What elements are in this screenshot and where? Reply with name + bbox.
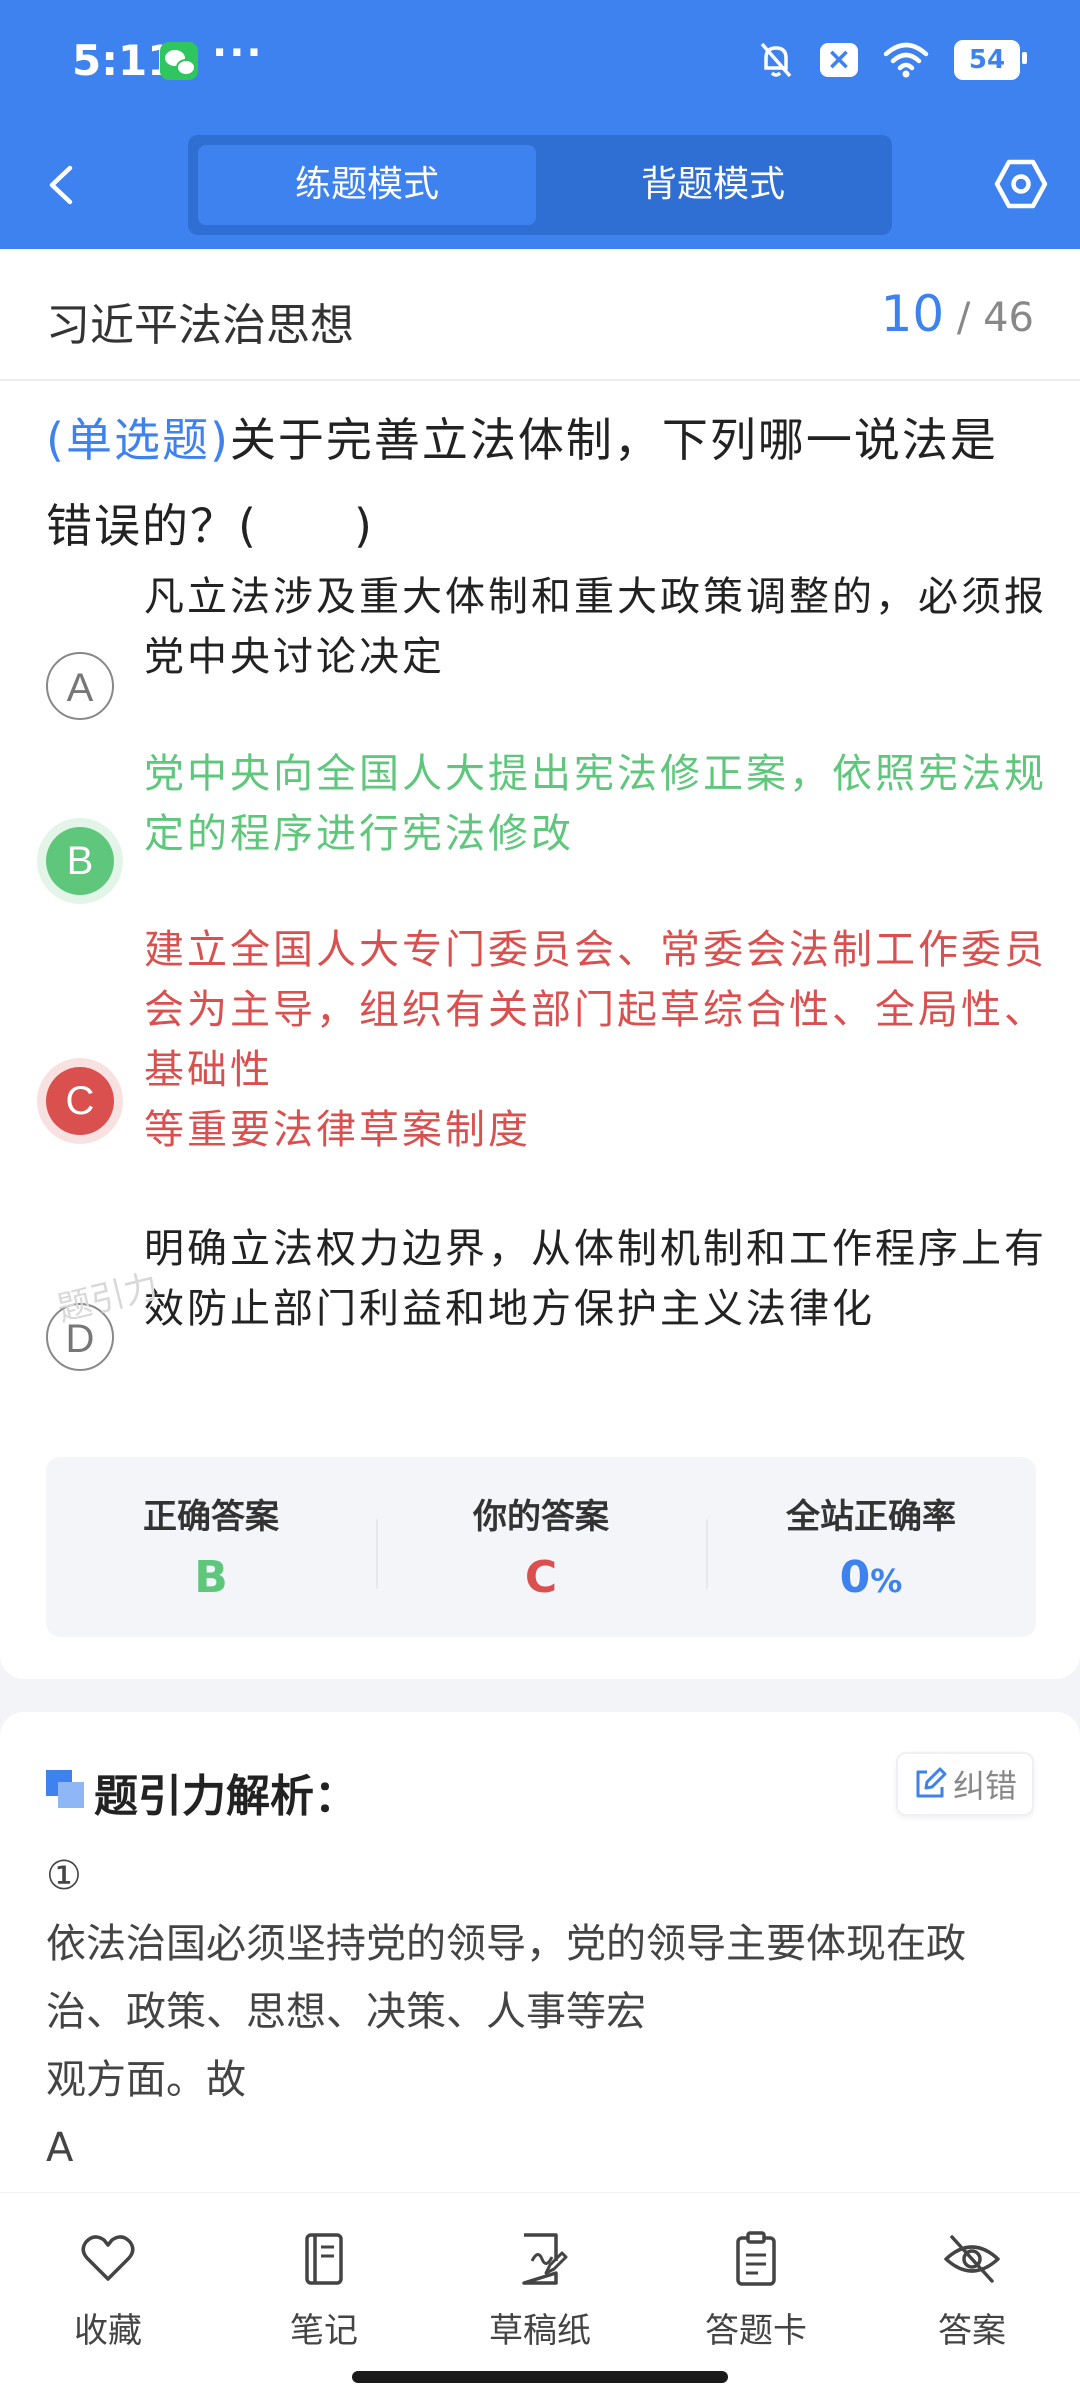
- wechat-icon: [160, 42, 198, 80]
- progress-total: / 46: [956, 295, 1034, 341]
- settings-icon[interactable]: [992, 155, 1050, 213]
- progress-current: 10: [880, 285, 945, 343]
- option-d-text: 明确立法权力边界，从体制机制和工作程序上有效防止部门利益和地方保护主义法律化: [144, 1226, 1047, 1332]
- analysis-icon: [46, 1770, 86, 1810]
- analysis-line: 观方面。故: [46, 2057, 246, 2103]
- close-badge-icon: ×: [820, 43, 858, 77]
- more-notifications-icon: ···: [212, 30, 264, 76]
- report-error-button[interactable]: 纠错: [896, 1752, 1034, 1816]
- answer-sheet-button[interactable]: 答题卡: [656, 2229, 856, 2352]
- answer-sheet-icon: [736, 2231, 776, 2286]
- mute-bell-icon: [760, 42, 792, 78]
- draft-paper-icon: [522, 2233, 568, 2285]
- answer-stats: 正确答案 B 你的答案 C 全站正确率 0%: [46, 1457, 1036, 1637]
- correct-answer-stat: 正确答案 B: [46, 1457, 376, 1637]
- edit-icon: [916, 1767, 947, 1798]
- notebook-icon: [305, 2233, 343, 2285]
- correct-answer-label: 正确答案: [143, 1497, 279, 1537]
- show-answer-label: 答案: [938, 2311, 1006, 2351]
- analysis-card: 题引力解析： 纠错 ① 依法治国必须坚持党的领导，党的领导主要体现在政治、政策、…: [0, 1712, 1080, 2252]
- analysis-body: ① 依法治国必须坚持党的领导，党的领导主要体现在政治、政策、思想、决策、人事等宏…: [46, 1842, 1040, 2182]
- your-answer-value: C: [524, 1552, 558, 1603]
- correct-answer-value: B: [194, 1552, 228, 1603]
- option-c-text: 建立全国人大专门委员会、常委会法制工作委员会为主导，组织有关部门起草综合性、全局…: [144, 920, 1080, 1160]
- bottom-toolbar: 收藏 笔记 草稿纸 答题卡 答案: [0, 2192, 1080, 2401]
- favorite-button[interactable]: 收藏: [8, 2229, 208, 2352]
- analysis-line: A: [46, 2125, 74, 2171]
- subject-title: 习近平法治思想: [46, 300, 354, 351]
- option-c-line1: 建立全国人大专门委员会、常委会法制工作委员会为主导，组织有关部门起草综合性、全局…: [144, 927, 1047, 1093]
- notes-button[interactable]: 笔记: [224, 2229, 424, 2352]
- option-c-line2: 等重要法律草案制度: [144, 1107, 531, 1153]
- draft-paper-label: 草稿纸: [489, 2311, 591, 2351]
- option-a-badge: A: [46, 652, 114, 720]
- option-a-text: 凡立法涉及重大体制和重大政策调整的，必须报党中央讨论决定: [144, 574, 1047, 680]
- tab-practice-mode[interactable]: 练题模式: [198, 145, 536, 225]
- eye-off-icon: [944, 2235, 1000, 2283]
- question-type: (单选题): [46, 413, 230, 467]
- app-header: 5:11 ··· × 54 练题模式 背题模式: [0, 0, 1080, 249]
- accuracy-stat: 全站正确率 0%: [706, 1457, 1036, 1637]
- question-text: (单选题)关于完善立法体制，下列哪一说法是错误的？( ): [46, 397, 1040, 569]
- subject-row: 习近平法治思想 10 / 46: [0, 249, 1080, 381]
- accuracy-number: 0: [839, 1552, 871, 1603]
- notes-label: 笔记: [290, 2311, 358, 2351]
- your-answer-label: 你的答案: [473, 1497, 609, 1537]
- favorite-label: 收藏: [74, 2311, 142, 2351]
- accuracy-value: 0%: [706, 1552, 1036, 1603]
- status-bar: 5:11 ··· × 54: [0, 0, 1080, 124]
- wifi-icon: [883, 42, 929, 78]
- report-error-label: 纠错: [952, 1767, 1017, 1805]
- draft-paper-button[interactable]: 草稿纸: [440, 2229, 640, 2352]
- heart-icon: [81, 2235, 135, 2281]
- accuracy-unit: %: [870, 1562, 903, 1600]
- battery-icon: 54: [954, 40, 1027, 80]
- accuracy-label: 全站正确率: [786, 1497, 956, 1537]
- your-answer-stat: 你的答案 C: [376, 1457, 706, 1637]
- analysis-line: 依法治国必须坚持党的领导，党的领导主要体现在政治、政策、思想、决策、人事等宏: [46, 1921, 966, 2035]
- home-indicator[interactable]: [352, 2371, 728, 2383]
- analysis-marker: ①: [46, 1853, 82, 1899]
- question-card: 习近平法治思想 10 / 46 (单选题)关于完善立法体制，下列哪一说法是错误的…: [0, 249, 1080, 1679]
- mode-switch: 练题模式 背题模式: [188, 135, 892, 235]
- status-icons: × 54: [756, 40, 1027, 80]
- option-b-text: 党中央向全国人大提出宪法修正案，依照宪法规定的程序进行宪法修改: [144, 751, 1047, 857]
- option-b-badge: B: [46, 827, 114, 895]
- option-c-badge: C: [46, 1067, 114, 1135]
- question-progress: 10 / 46: [881, 285, 1034, 343]
- show-answer-button[interactable]: 答案: [872, 2229, 1072, 2352]
- answer-sheet-label: 答题卡: [705, 2311, 807, 2351]
- back-button[interactable]: [38, 160, 88, 210]
- analysis-title: 题引力解析：: [94, 1771, 358, 1822]
- tab-memorize-mode[interactable]: 背题模式: [544, 145, 882, 225]
